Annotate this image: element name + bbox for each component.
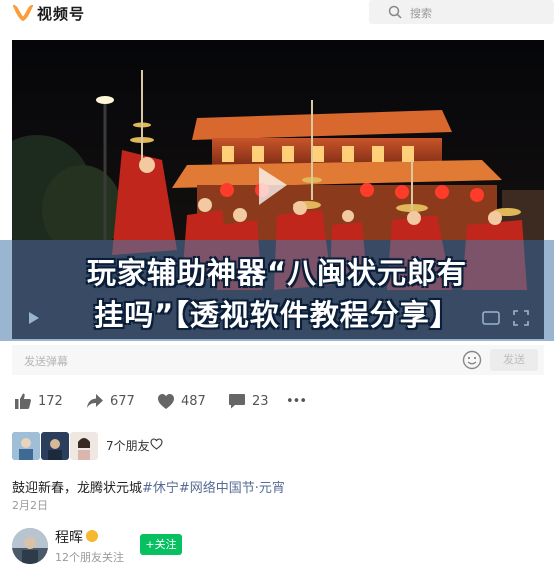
author-follower-text: 12个朋友关注 — [55, 551, 124, 564]
favorite-count: 487 — [181, 393, 206, 409]
favorite-button[interactable]: 487 — [157, 388, 206, 414]
caption-overlay: 玩家辅助神器“八闽状元郎有 挂吗”【透视软件教程分享】 — [0, 240, 554, 341]
heart-icon — [158, 393, 174, 409]
more-icon: ••• — [286, 393, 307, 409]
post-text: 鼓迎新春，龙腾状元城 — [12, 481, 143, 496]
danmu-bar: 发送弹幕 发送 — [12, 345, 544, 375]
friend-avatars[interactable] — [12, 432, 99, 460]
follow-button[interactable]: +关注 — [140, 534, 182, 555]
comment-count: 23 — [252, 393, 269, 409]
like-count: 172 — [38, 393, 63, 409]
danmu-send-button[interactable]: 发送 — [490, 349, 538, 371]
share-button[interactable]: 677 — [86, 388, 135, 414]
share-arrow-icon — [87, 394, 103, 408]
thumbs-up-icon — [15, 393, 31, 409]
avatar — [12, 432, 40, 460]
share-count: 677 — [110, 393, 135, 409]
channels-logo[interactable]: 视频号 — [13, 3, 85, 23]
search-icon — [388, 5, 402, 19]
post-tags[interactable]: #休宁#网络中国节·元宵 — [142, 481, 285, 496]
like-button[interactable]: 172 — [14, 388, 63, 414]
search-box[interactable]: 搜索 — [369, 0, 554, 24]
comment-icon — [229, 393, 245, 408]
verified-badge-icon — [86, 530, 98, 542]
post-date: 2月2日 — [12, 499, 48, 512]
author-avatar[interactable] — [12, 528, 48, 564]
danmu-input[interactable]: 发送弹幕 — [24, 353, 68, 369]
comment-button[interactable]: 23 — [228, 388, 269, 414]
caption-line-1: 玩家辅助神器“八闽状元郎有 — [86, 256, 468, 290]
more-button[interactable]: ••• — [286, 388, 307, 414]
top-bar: 视频号 搜索 — [0, 0, 554, 28]
avatar — [70, 432, 98, 460]
avatar — [41, 432, 69, 460]
emoji-icon[interactable] — [462, 350, 482, 370]
caption-line-2: 挂吗”【透视软件教程分享】 — [94, 298, 460, 332]
friends-liked-text[interactable]: 7个朋友 — [106, 437, 150, 454]
author-name[interactable]: 程晖 — [55, 527, 83, 547]
channels-logo-icon — [13, 4, 33, 22]
channels-logo-text: 视频号 — [37, 4, 86, 23]
heart-outline-icon — [150, 438, 163, 450]
post-description: 鼓迎新春，龙腾状元城#休宁#网络中国节·元宵 — [12, 477, 285, 496]
search-placeholder: 搜索 — [410, 7, 432, 20]
action-bar: 172 677 487 23 ••• — [0, 388, 554, 414]
